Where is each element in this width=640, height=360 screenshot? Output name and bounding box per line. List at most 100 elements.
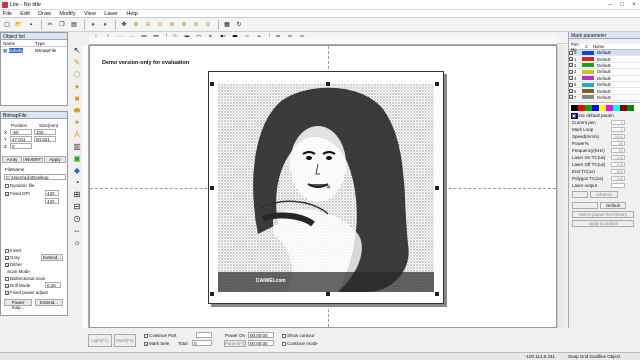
default-button[interactable]: Default <box>600 202 626 209</box>
zoom-window-icon[interactable]: ⊚ <box>167 20 177 30</box>
param-input[interactable]: 20 <box>611 148 625 153</box>
pen-color-swatch[interactable] <box>582 63 594 68</box>
rotate-icon[interactable]: ↻ <box>234 20 244 30</box>
polygon-icon[interactable]: ⬡ <box>72 70 82 82</box>
palette-color[interactable] <box>627 105 634 111</box>
menu-laser[interactable]: Laser <box>101 10 122 17</box>
pen-checkbox[interactable]: ✓ <box>569 50 573 55</box>
param-input[interactable]: 100 <box>611 155 625 160</box>
circle-icon[interactable]: ● <box>72 82 82 94</box>
extend2-button[interactable]: Extend... <box>35 299 63 306</box>
pen-color-swatch[interactable] <box>582 57 594 62</box>
grid-icon[interactable]: ▦ <box>222 20 232 30</box>
drill-checkbox[interactable]: ✓ <box>5 283 9 288</box>
invert-button[interactable]: INVERT <box>23 156 43 163</box>
object-row[interactable]: ▦ Subobj BitmapFile <box>1 48 67 54</box>
dpi-y-input[interactable]: 420 <box>45 198 59 204</box>
handle-bc[interactable] <box>326 292 330 296</box>
pen-row[interactable]: ✓ 7 Default <box>569 95 640 102</box>
mark-button[interactable]: Mark(F2) <box>114 334 136 347</box>
handle-ml[interactable] <box>210 186 214 190</box>
save-default-left[interactable] <box>572 202 598 209</box>
menu-draw[interactable]: Draw <box>35 10 55 17</box>
handle-mr[interactable] <box>435 186 439 190</box>
current-pen-value[interactable]: 0 <box>611 120 625 125</box>
z-position-input[interactable]: 0 <box>10 143 32 149</box>
zoom-out-icon[interactable]: ⊖ <box>143 20 153 30</box>
close-icon[interactable]: × <box>628 1 640 9</box>
zoom-all-icon[interactable]: ⊙ <box>155 20 165 30</box>
fixed-power-checkbox[interactable]: ✓ <box>5 290 9 295</box>
gray-checkbox[interactable]: ✓ <box>5 255 9 260</box>
handle-tc[interactable] <box>326 82 330 86</box>
pen-color-swatch[interactable] <box>582 69 594 74</box>
dpi-x-input[interactable]: 420 <box>45 190 59 196</box>
input-port-icon[interactable]: ⊞ <box>72 190 82 202</box>
palette-color[interactable] <box>606 105 613 111</box>
advance-button[interactable]: Advance <box>590 191 618 198</box>
drill-input[interactable]: 0.25 <box>45 282 61 288</box>
palette-color[interactable] <box>620 105 627 111</box>
param-input[interactable]: 50 <box>611 141 625 146</box>
pen-checkbox[interactable]: ✓ <box>569 63 573 68</box>
y-size-input[interactable]: 94.021 <box>34 136 56 142</box>
invert-checkbox[interactable] <box>5 248 9 253</box>
cut-icon[interactable]: ✂ <box>45 20 55 30</box>
zoom-page-icon[interactable]: ⊜ <box>191 20 201 30</box>
star-icon[interactable]: ✦ <box>72 118 82 130</box>
power-map-button[interactable]: Power map... <box>4 299 32 310</box>
bidirectional-checkbox[interactable] <box>5 276 9 281</box>
node-edit-icon[interactable]: ✎ <box>72 58 82 70</box>
ellipse-icon[interactable]: ⬬ <box>72 106 82 118</box>
small-button[interactable] <box>572 191 588 198</box>
part-input[interactable] <box>196 332 212 338</box>
extend-button[interactable]: Extend... <box>41 254 63 261</box>
dynamic-checkbox[interactable] <box>5 183 9 188</box>
param-input[interactable]: 2000 <box>611 134 625 139</box>
pan-icon[interactable]: ✥ <box>119 20 129 30</box>
minimize-icon[interactable]: – <box>604 1 616 9</box>
paste-icon[interactable]: ▤ <box>69 20 79 30</box>
fixed-dpi-checkbox[interactable]: ✓ <box>5 191 9 196</box>
drawing-canvas[interactable]: Demo version-only for evaluation DAIWEI.… <box>89 45 557 328</box>
pen-color-swatch[interactable] <box>582 50 594 55</box>
text-icon[interactable]: A <box>72 130 82 142</box>
pen-checkbox[interactable]: ✓ <box>569 69 573 74</box>
pen-checkbox[interactable]: ✓ <box>569 82 573 87</box>
pen-color-swatch[interactable] <box>582 89 594 94</box>
handle-bl[interactable] <box>210 292 214 296</box>
zoom-real-icon[interactable]: ⊝ <box>203 20 213 30</box>
handle-tl[interactable] <box>210 82 214 86</box>
menu-modify[interactable]: Modify <box>56 10 79 17</box>
x-position-input[interactable]: -50 <box>10 129 32 135</box>
palette-color[interactable] <box>599 105 606 111</box>
bitmap-icon[interactable]: ▣ <box>72 154 82 166</box>
continue-mode-checkbox[interactable] <box>282 341 286 346</box>
pen-color-swatch[interactable] <box>582 82 594 87</box>
param-input[interactable]: 100 <box>611 176 625 181</box>
light-icon[interactable]: ☼ <box>72 238 82 250</box>
menu-help[interactable]: Help <box>123 10 141 17</box>
output-port-icon[interactable]: ⊟ <box>72 202 82 214</box>
zoom-selected-icon[interactable]: ⊛ <box>179 20 189 30</box>
select-icon[interactable]: ↖ <box>72 46 82 58</box>
palette-color[interactable] <box>571 105 578 111</box>
palette-color[interactable] <box>592 105 599 111</box>
filename-input[interactable]: C:\Users\Lib\Desktop <box>4 174 66 180</box>
mark-sele-checkbox[interactable]: ✓ <box>144 341 148 346</box>
menu-file[interactable]: File <box>0 10 16 17</box>
zoom-in-icon[interactable]: ⊕ <box>131 20 141 30</box>
select-library-button[interactable]: Select param from library <box>572 211 634 218</box>
redo-icon[interactable]: ● <box>100 20 110 30</box>
array-button[interactable]: Array <box>2 156 22 163</box>
param-button[interactable]: Param(F3) <box>224 340 246 347</box>
light-button[interactable]: Light(F1) <box>88 334 112 347</box>
dither-checkbox[interactable]: ✓ <box>5 262 9 267</box>
delay-icon[interactable]: ◷ <box>72 214 82 226</box>
undo-icon[interactable]: ● <box>88 20 98 30</box>
menu-edit[interactable]: Edit <box>17 10 33 17</box>
pen-checkbox[interactable]: ✓ <box>569 95 573 100</box>
save-icon[interactable]: ▪ <box>26 20 36 30</box>
param-input[interactable]: 1 <box>611 127 625 132</box>
timer-icon[interactable]: ◔ <box>72 178 82 190</box>
